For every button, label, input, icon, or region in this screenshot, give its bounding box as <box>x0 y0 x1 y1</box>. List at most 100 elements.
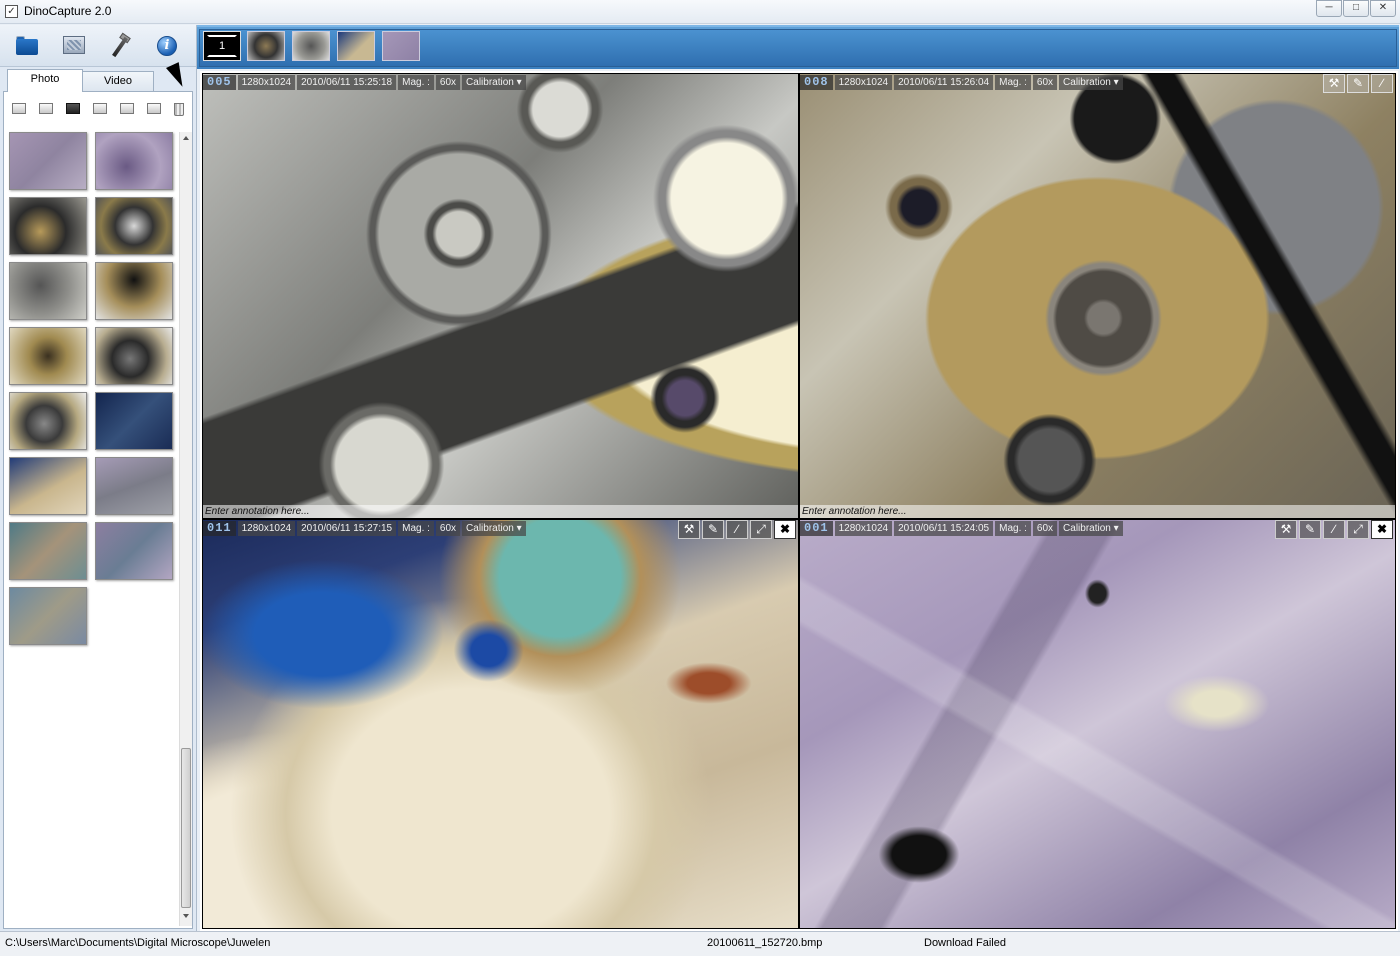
panel-controls: ⚒ ✎ ∕ ⤢ ✖ <box>1273 520 1393 539</box>
panel-index: 011 <box>203 521 236 536</box>
thumbnail[interactable] <box>95 197 173 255</box>
thumbnail[interactable] <box>9 587 87 645</box>
main-toolbar: i <box>0 25 196 67</box>
calibration-dropdown[interactable]: Calibration <box>462 521 526 536</box>
annotation-field[interactable]: Enter annotation here... <box>800 505 1395 518</box>
panel-mag-label: Mag. : <box>398 75 434 90</box>
image-panel-3[interactable]: 011 1280x1024 2010/06/11 15:27:15 Mag. :… <box>202 519 799 929</box>
panel-index: 008 <box>800 75 833 90</box>
microscope-image <box>800 74 1395 518</box>
maximize-button[interactable]: □ <box>1343 0 1369 17</box>
thumbnail[interactable] <box>95 327 173 385</box>
scroll-thumb[interactable] <box>181 748 191 908</box>
thumbnail[interactable] <box>9 522 87 580</box>
left-panel: i Photo Video <box>0 25 197 931</box>
panel-mag-value: 60x <box>1032 75 1058 90</box>
capture-thumbnail[interactable] <box>337 31 375 61</box>
media-tabs: Photo Video <box>3 69 193 92</box>
image-panel-1[interactable]: 005 1280x1024 2010/06/11 15:25:18 Mag. :… <box>202 73 799 519</box>
annotation-field[interactable]: Enter annotation here... <box>203 505 798 518</box>
panel-resolution: 1280x1024 <box>834 75 893 90</box>
folder-icon[interactable] <box>14 33 40 59</box>
screen-capture-icon[interactable] <box>61 33 87 59</box>
thumbnail[interactable] <box>9 197 87 255</box>
panel-mag-label: Mag. : <box>398 521 434 536</box>
panel-controls: ⚒ ✎ ∕ <box>1321 74 1393 93</box>
calibration-dropdown[interactable]: Calibration <box>1059 521 1123 536</box>
thumbnail-scrollbar[interactable] <box>179 132 192 926</box>
panel-datetime: 2010/06/11 15:27:15 <box>297 521 397 536</box>
calibration-dropdown[interactable]: Calibration <box>1059 75 1123 90</box>
tab-photo[interactable]: Photo <box>7 69 83 92</box>
close-icon[interactable]: ✖ <box>774 520 796 539</box>
title-bar: ✓ DinoCapture 2.0 ─ □ ✕ <box>0 0 1400 24</box>
tools-icon[interactable] <box>107 32 133 59</box>
copy-icon[interactable] <box>37 100 55 116</box>
thumbnail[interactable] <box>9 327 87 385</box>
panel-info-bar: 005 1280x1024 2010/06/11 15:25:18 Mag. :… <box>203 74 528 91</box>
capture-thumbnail[interactable] <box>292 31 330 61</box>
capture-thumbnail[interactable] <box>247 31 285 61</box>
thumbnail[interactable] <box>95 392 173 450</box>
status-filename: 20100611_152720.bmp <box>707 937 823 949</box>
capture-thumbnail[interactable] <box>382 31 420 61</box>
image-viewer: 005 1280x1024 2010/06/11 15:25:18 Mag. :… <box>200 71 1398 931</box>
wrench-icon[interactable]: ⚒ <box>1323 74 1345 93</box>
status-path: C:\Users\Marc\Documents\Digital Microsco… <box>5 937 271 949</box>
scroll-down-icon[interactable] <box>183 914 189 918</box>
minimize-button[interactable]: ─ <box>1316 0 1342 17</box>
rename-icon[interactable] <box>91 100 109 116</box>
thumbnail[interactable] <box>9 132 87 190</box>
live-view-button[interactable]: 1 <box>203 31 241 61</box>
microscope-image <box>203 520 798 928</box>
wrench-icon[interactable]: ⚒ <box>678 520 700 539</box>
ruler-icon[interactable]: ∕ <box>726 520 748 539</box>
save-icon[interactable] <box>64 100 82 116</box>
thumbnail[interactable] <box>95 457 173 515</box>
window-title: DinoCapture 2.0 <box>24 4 112 18</box>
panel-info-bar: 011 1280x1024 2010/06/11 15:27:15 Mag. :… <box>203 520 528 537</box>
panel-resolution: 1280x1024 <box>237 75 296 90</box>
image-panel-2[interactable]: 008 1280x1024 2010/06/11 15:26:04 Mag. :… <box>799 73 1396 519</box>
calibration-dropdown[interactable]: Calibration <box>462 75 526 90</box>
panel-datetime: 2010/06/11 15:26:04 <box>894 75 994 90</box>
scroll-up-icon[interactable] <box>183 136 189 140</box>
close-window-button[interactable]: ✕ <box>1370 0 1396 17</box>
thumbnail[interactable] <box>9 392 87 450</box>
fullscreen-icon[interactable]: ⤢ <box>1347 520 1369 539</box>
info-icon[interactable]: i <box>154 33 180 59</box>
thumbnail[interactable] <box>9 262 87 320</box>
panel-index: 005 <box>203 75 236 90</box>
email-icon[interactable] <box>145 100 163 116</box>
status-message: Download Failed <box>924 937 1006 949</box>
thumbnail[interactable] <box>95 132 173 190</box>
trash-icon[interactable] <box>170 100 188 116</box>
image-panel-4[interactable]: 001 1280x1024 2010/06/11 15:24:05 Mag. :… <box>799 519 1396 929</box>
print-icon[interactable] <box>118 100 136 116</box>
close-icon[interactable]: ✖ <box>1371 520 1393 539</box>
thumbnail[interactable] <box>95 262 173 320</box>
app-icon: ✓ <box>5 5 18 18</box>
wrench-icon[interactable]: ⚒ <box>1275 520 1297 539</box>
photo-pane <box>3 91 193 929</box>
fullscreen-icon[interactable]: ⤢ <box>750 520 772 539</box>
open-icon[interactable] <box>10 100 28 116</box>
microscope-image <box>203 74 798 518</box>
panel-controls: ⚒ ✎ ∕ ⤢ ✖ <box>676 520 796 539</box>
thumbnail[interactable] <box>9 457 87 515</box>
pen-icon[interactable]: ✎ <box>1347 74 1369 93</box>
thumbnail[interactable] <box>95 522 173 580</box>
microscope-image <box>800 520 1395 928</box>
panel-resolution: 1280x1024 <box>834 521 893 536</box>
capture-strip: 1 <box>197 25 1399 69</box>
pen-icon[interactable]: ✎ <box>702 520 724 539</box>
panel-datetime: 2010/06/11 15:25:18 <box>297 75 397 90</box>
panel-datetime: 2010/06/11 15:24:05 <box>894 521 994 536</box>
ruler-icon[interactable]: ∕ <box>1323 520 1345 539</box>
ruler-icon[interactable]: ∕ <box>1371 74 1393 93</box>
status-bar: C:\Users\Marc\Documents\Digital Microsco… <box>0 931 1400 956</box>
tab-video[interactable]: Video <box>82 71 154 92</box>
panel-info-bar: 008 1280x1024 2010/06/11 15:26:04 Mag. :… <box>800 74 1125 91</box>
panel-mag-value: 60x <box>1032 521 1058 536</box>
pen-icon[interactable]: ✎ <box>1299 520 1321 539</box>
